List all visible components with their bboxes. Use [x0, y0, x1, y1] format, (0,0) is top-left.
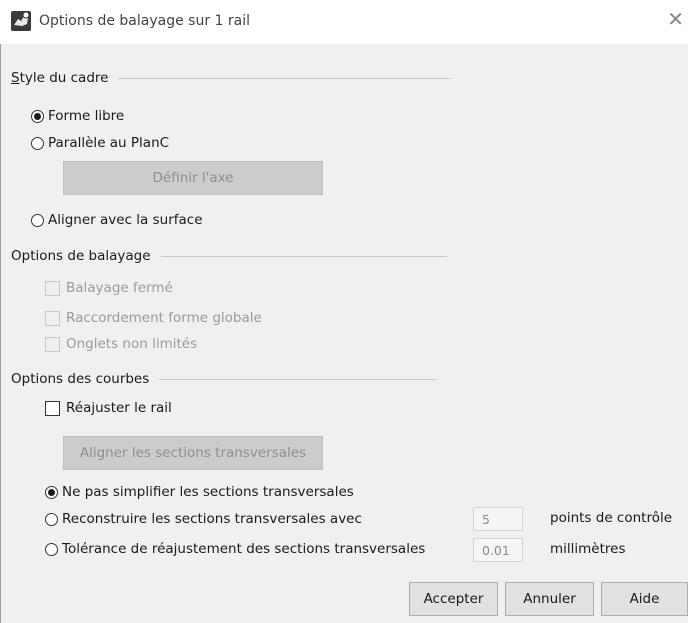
sweep-options-label: Options de balayage — [11, 248, 151, 264]
radio-button[interactable] — [45, 512, 58, 526]
check-closed-sweep[interactable]: Balayage fermé — [45, 278, 173, 298]
checkbox-label: Réajuster le rail — [66, 400, 172, 416]
refit-tolerance-unit: millimètres — [550, 541, 626, 557]
group-divider — [118, 77, 452, 79]
rebuild-points-input[interactable]: 5 — [473, 507, 523, 531]
group-header-frame-style: Style du cadre — [11, 69, 452, 87]
radio-button[interactable] — [31, 109, 44, 123]
refit-tolerance-input[interactable]: 0.01 — [473, 538, 523, 562]
checkbox-label: Balayage fermé — [66, 280, 173, 296]
radio-no-simplify[interactable]: Ne pas simplifier les sections transvers… — [45, 482, 354, 502]
group-header-sweep-options: Options de balayage — [11, 247, 447, 265]
radio-refit-tolerance[interactable]: Tolérance de réajustement des sections t… — [45, 539, 425, 559]
radio-label: Reconstruire les sections transversales … — [62, 511, 362, 527]
accept-button[interactable]: Accepter — [409, 582, 498, 616]
radio-label: Ne pas simplifier les sections transvers… — [62, 484, 354, 500]
radio-button[interactable] — [31, 213, 44, 227]
dialog-body: Style du cadre Forme libre Parallèle au … — [0, 44, 688, 623]
radio-button[interactable] — [45, 485, 58, 499]
curve-options-label: Options des courbes — [11, 371, 150, 387]
radio-label: Parallèle au PlanC — [48, 135, 170, 151]
frame-style-label: Style du cadre — [11, 70, 109, 86]
check-refit-rail[interactable]: Réajuster le rail — [45, 398, 172, 418]
check-global-shape-blend[interactable]: Raccordement forme globale — [45, 308, 262, 328]
radio-parallel-cplane[interactable]: Parallèle au PlanC — [31, 133, 169, 153]
checkbox-label: Raccordement forme globale — [66, 310, 262, 326]
close-icon[interactable]: ✕ — [667, 9, 684, 29]
radio-button[interactable] — [31, 136, 44, 150]
checkbox[interactable] — [45, 280, 60, 296]
checkbox[interactable] — [45, 310, 60, 326]
define-axis-button[interactable]: Définir l'axe — [63, 161, 323, 195]
radio-rebuild[interactable]: Reconstruire les sections transversales … — [45, 509, 362, 529]
help-button[interactable]: Aide — [601, 582, 688, 616]
checkbox[interactable] — [45, 400, 60, 416]
radio-button[interactable] — [45, 542, 58, 556]
radio-label: Tolérance de réajustement des sections t… — [62, 541, 426, 557]
align-cross-sections-button[interactable]: Aligner les sections transversales — [63, 436, 323, 470]
checkbox[interactable] — [45, 336, 60, 352]
rebuild-points-unit: points de contrôle — [550, 510, 673, 526]
check-untrimmed-miters[interactable]: Onglets non limités — [45, 334, 197, 354]
title-bar: Options de balayage sur 1 rail ✕ — [0, 0, 688, 44]
cancel-button[interactable]: Annuler — [505, 582, 594, 616]
group-divider — [159, 378, 438, 380]
radio-free-form[interactable]: Forme libre — [31, 106, 124, 126]
group-divider — [160, 255, 447, 257]
radio-label: Forme libre — [48, 108, 125, 124]
radio-align-surface[interactable]: Aligner avec la surface — [31, 210, 203, 230]
rhino-icon — [11, 11, 31, 31]
checkbox-label: Onglets non limités — [66, 336, 198, 352]
group-header-curve-options: Options des courbes — [11, 370, 438, 388]
radio-label: Aligner avec la surface — [48, 212, 203, 228]
window-title: Options de balayage sur 1 rail — [39, 13, 251, 29]
